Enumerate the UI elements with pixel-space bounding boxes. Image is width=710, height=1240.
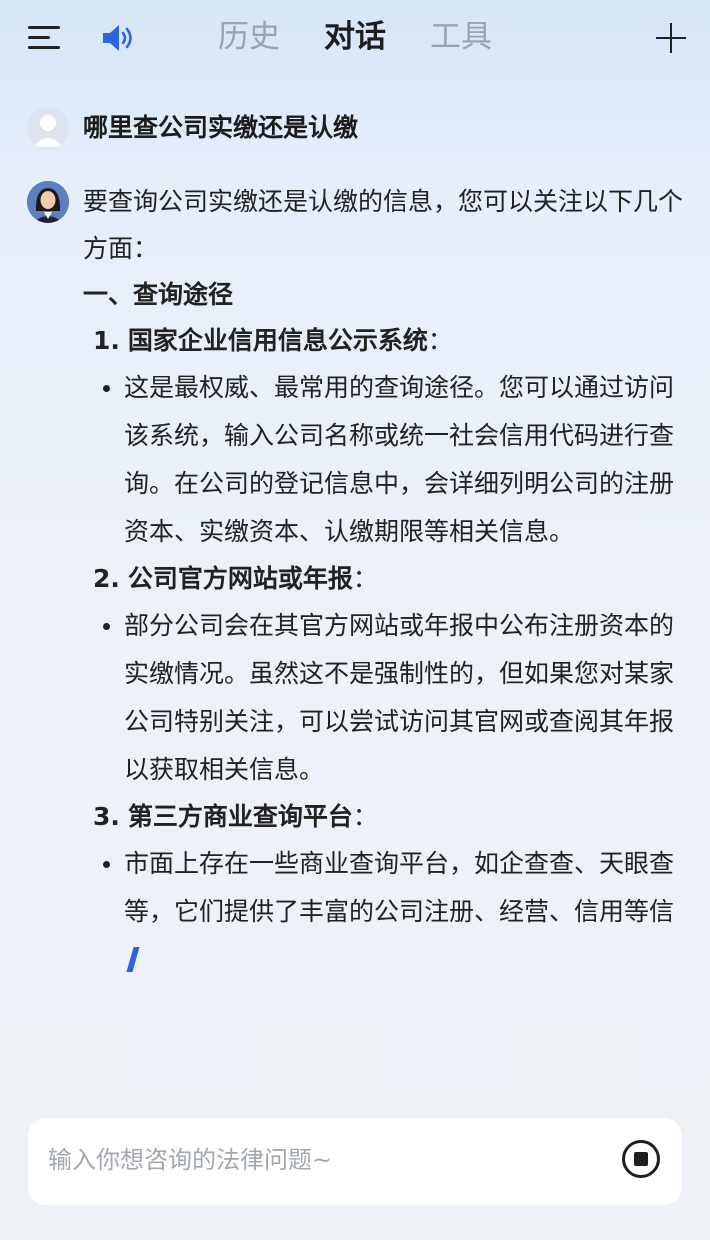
answer-intro: 要查询公司实缴还是认缴的信息，您可以关注以下几个方面：: [83, 187, 684, 263]
item-colon: ：: [352, 564, 378, 593]
tab-history[interactable]: 历史: [218, 14, 280, 60]
top-bar: 历史 对话 工具: [0, 0, 710, 76]
tab-tools[interactable]: 工具: [430, 14, 492, 60]
answer-bullet: 市面上存在一些商业查询平台，如企查查、天眼查等，它们提供了丰富的公司注册、经营、…: [83, 840, 683, 984]
answer-bullet-text: 市面上存在一些商业查询平台，如企查查、天眼查等，它们提供了丰富的公司注册、经营、…: [124, 849, 675, 926]
item-title: 公司官方网站或年报: [127, 564, 353, 593]
item-colon: ：: [427, 326, 453, 355]
speaker-icon[interactable]: [100, 22, 136, 54]
assistant-portrait-icon: [27, 181, 69, 223]
answer-item-2: 2. 公司官方网站或年报：: [93, 556, 683, 602]
user-silhouette-icon: [33, 115, 63, 147]
user-question: 哪里查公司实缴还是认缴: [83, 113, 359, 142]
answer-item-1: 1. 国家企业信用信息公示系统：: [93, 318, 683, 364]
answer-bullet-list: 市面上存在一些商业查询平台，如企查查、天眼查等，它们提供了丰富的公司注册、经营、…: [83, 840, 683, 984]
stop-circle-icon[interactable]: [622, 1140, 660, 1178]
menu-icon[interactable]: [28, 24, 62, 52]
item-number: 1.: [93, 326, 120, 355]
answer-item-3: 3. 第三方商业查询平台：: [93, 794, 683, 840]
assistant-answer: 要查询公司实缴还是认缴的信息，您可以关注以下几个方面： 一、查询途径 1. 国家…: [83, 178, 683, 984]
question-input[interactable]: [48, 1138, 608, 1182]
item-number: 3.: [93, 802, 120, 831]
answer-section-title: 一、查询途径: [83, 280, 234, 309]
answer-bullet: 这是最权威、最常用的查询途径。您可以通过访问该系统，输入公司名称或统一社会信用代…: [83, 364, 683, 556]
answer-bullet-list: 这是最权威、最常用的查询途径。您可以通过访问该系统，输入公司名称或统一社会信用代…: [83, 364, 683, 556]
assistant-avatar: [27, 181, 69, 223]
answer-bullet: 部分公司会在其官方网站或年报中公布注册资本的实缴情况。虽然这不是强制性的，但如果…: [83, 602, 683, 794]
item-title: 第三方商业查询平台: [127, 802, 353, 831]
item-colon: ：: [352, 802, 378, 831]
item-number: 2.: [93, 564, 120, 593]
tab-chat[interactable]: 对话: [324, 14, 386, 60]
composer-bar: [28, 1118, 682, 1205]
answer-bullet-list: 部分公司会在其官方网站或年报中公布注册资本的实缴情况。虽然这不是强制性的，但如果…: [83, 602, 683, 794]
new-chat-plus-icon[interactable]: [656, 22, 688, 54]
user-avatar: [27, 107, 69, 149]
item-title: 国家企业信用信息公示系统: [127, 326, 428, 355]
typing-cursor-icon: [126, 947, 140, 972]
